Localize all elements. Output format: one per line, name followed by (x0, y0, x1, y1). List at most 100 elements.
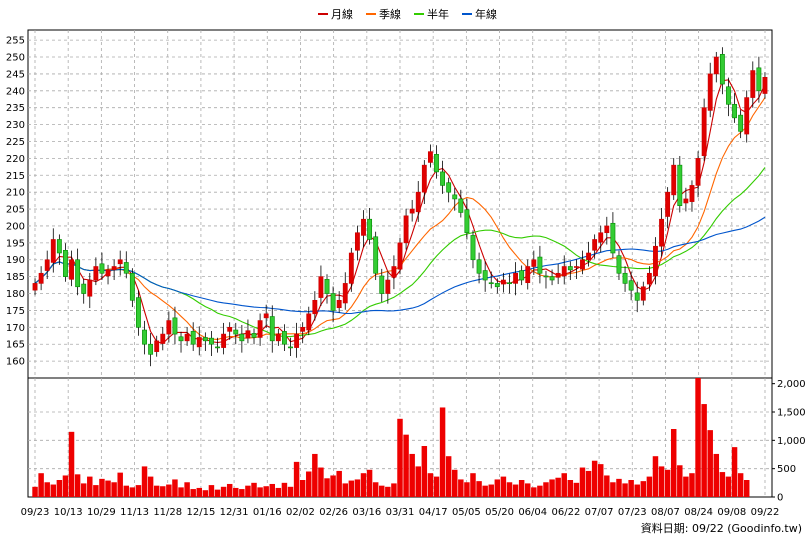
volume-bar (543, 482, 549, 497)
volume-bar (385, 486, 391, 497)
volume-bar (433, 476, 440, 497)
date-tick-label: 07/07 (585, 507, 614, 518)
candle-body (488, 282, 494, 285)
candle-body (634, 292, 640, 301)
date-tick-label: 08/24 (684, 507, 713, 518)
volume-tick-label: 1,000 (777, 436, 806, 447)
volume-bar (379, 485, 385, 497)
candle-body (653, 245, 658, 277)
volume-bar (287, 486, 294, 497)
price-tick-label: 215 (6, 171, 25, 182)
legend-label: 季線 (379, 7, 401, 21)
volume-bar (640, 481, 647, 497)
price-tick-label: 225 (6, 137, 25, 148)
price-tick-label: 170 (6, 323, 25, 334)
volume-bar (214, 489, 221, 497)
volume-bar (506, 482, 513, 497)
date-tick-label: 03/31 (386, 507, 415, 518)
volume-bar (597, 464, 604, 497)
volume-bar (166, 484, 172, 497)
volume-bar (135, 485, 142, 497)
candle-body (750, 70, 756, 98)
candle-body (695, 158, 701, 186)
volume-bar (518, 480, 525, 497)
volume-bar (44, 482, 50, 497)
volume-bar (147, 476, 154, 497)
candle-body (628, 280, 634, 291)
candle-body (129, 272, 135, 301)
legend-label: 半年 (427, 7, 449, 21)
volume-bar (464, 482, 470, 497)
volume-bar (391, 483, 397, 497)
candle-body (154, 340, 160, 352)
volume-bar (737, 473, 744, 497)
candle-body (239, 333, 245, 342)
candle-body (282, 331, 287, 345)
candle-body (622, 272, 628, 284)
candle-body (659, 218, 664, 247)
date-tick-label: 10/29 (87, 507, 116, 518)
volume-bar (439, 407, 446, 497)
volume-tick-label: 2,000 (777, 379, 806, 390)
candle-body (592, 239, 598, 251)
price-tick-label: 160 (6, 357, 25, 368)
volume-bar (470, 473, 476, 497)
candle-body (586, 252, 591, 261)
date-tick-label: 03/16 (352, 507, 381, 518)
candle-body (610, 222, 616, 254)
candle-body (148, 343, 154, 355)
date-tick-label: 09/23 (21, 507, 50, 518)
volume-bar (445, 456, 452, 497)
candle-body (440, 171, 446, 186)
candle-body (117, 259, 123, 265)
volume-bar (585, 470, 592, 497)
price-tick-label: 205 (6, 205, 25, 216)
date-tick-label: 05/20 (485, 507, 514, 518)
volume-bar (202, 490, 209, 497)
volume-bar (306, 471, 312, 497)
volume-bar (153, 485, 160, 497)
volume-bar (531, 487, 537, 497)
date-tick-label: 06/22 (551, 507, 580, 518)
candle-body (616, 255, 622, 274)
price-tick-label: 235 (6, 103, 25, 114)
candle-body (732, 104, 737, 119)
volume-bar (743, 480, 750, 497)
candle-body (306, 313, 312, 331)
volume-bar (105, 480, 111, 497)
volume-tick-label: 1,500 (777, 408, 806, 419)
volume-bar (160, 486, 166, 497)
candle-body (184, 333, 190, 342)
candle-body (342, 283, 348, 304)
candle-body (665, 191, 671, 217)
volume-bar (725, 476, 732, 497)
candle-body (464, 209, 470, 234)
candle-body (531, 259, 537, 267)
volume-bar (683, 476, 689, 497)
candle-body (446, 182, 452, 193)
candle-body (215, 346, 220, 349)
candle-body (142, 329, 147, 345)
legend-label: 年線 (475, 7, 497, 21)
price-tick-label: 245 (6, 69, 25, 80)
volume-bar (208, 485, 215, 497)
volume-bar (658, 466, 665, 497)
candle-body (689, 185, 695, 202)
source-label: 資料日期: 09/22 (Goodinfo.tw) (641, 521, 802, 535)
volume-bar (68, 431, 75, 497)
candle-body (111, 266, 117, 271)
volume-bar (220, 486, 227, 497)
volume-bar (488, 484, 494, 497)
candle-body (744, 97, 750, 135)
candle-body (549, 276, 555, 281)
candle-body (713, 56, 719, 75)
candle-body (373, 236, 379, 274)
candle-body (537, 256, 543, 274)
volume-bar (695, 378, 701, 497)
candle-body (543, 275, 549, 278)
volume-bar (38, 473, 44, 497)
candle-body (415, 191, 421, 213)
candle-body (330, 293, 336, 311)
candle-body (227, 327, 233, 332)
date-tick-label: 06/04 (518, 507, 547, 518)
